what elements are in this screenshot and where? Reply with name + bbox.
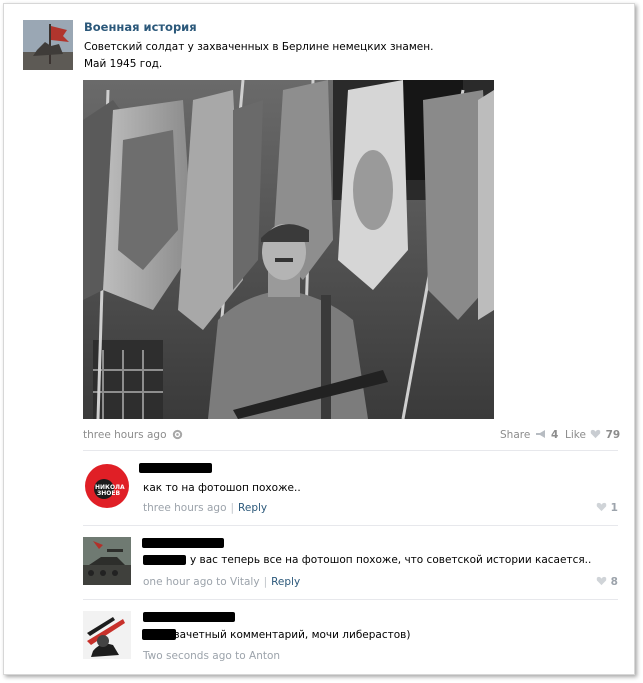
post-text-line: Советский солдат у захваченных в Берлине…: [84, 41, 434, 53]
redacted-author-name: [139, 463, 212, 473]
like-button[interactable]: Like 79: [565, 429, 620, 442]
share-button[interactable]: Share 4: [500, 429, 558, 442]
gear-icon[interactable]: [172, 429, 183, 443]
reply-link[interactable]: Reply: [271, 576, 300, 588]
heart-icon: [596, 576, 607, 589]
heart-icon: [590, 429, 601, 442]
heart-icon: [596, 502, 607, 515]
group-avatar-image: [23, 20, 73, 70]
post-text: Советский солдат у захваченных в Берлине…: [84, 39, 504, 73]
comment-like-button[interactable]: 1: [596, 502, 618, 515]
comment-time[interactable]: one hour ago to Vitaly: [143, 576, 260, 588]
comment-like-count: 1: [610, 502, 618, 514]
reply-link[interactable]: Reply: [238, 502, 267, 514]
share-count: 4: [551, 429, 559, 441]
comment-text: как то на фотошоп похоже..: [143, 482, 301, 494]
comment-text: у вас теперь все на фотошоп похоже, что …: [190, 554, 592, 566]
soldier-with-banners-image: [83, 80, 494, 419]
megaphone-icon: [535, 429, 547, 442]
comment-time[interactable]: three hours ago: [143, 502, 227, 514]
comment-time[interactable]: Two seconds ago to Anton: [143, 650, 280, 662]
comment-text: зачетный комментарий, мочи либерастов): [174, 629, 411, 641]
like-count: 79: [605, 429, 621, 441]
post-photo[interactable]: [83, 80, 494, 419]
comment-meta: one hour ago to Vitaly | Reply: [143, 576, 301, 588]
redacted-mention: [143, 555, 186, 565]
comment-like-count: 8: [610, 576, 618, 588]
post-text-line: Май 1945 год.: [84, 58, 163, 70]
comment-avatar[interactable]: [83, 537, 131, 585]
group-avatar[interactable]: [23, 20, 73, 70]
comment-meta: three hours ago | Reply: [143, 502, 268, 514]
comment-avatar[interactable]: [83, 611, 131, 659]
share-label: Share: [500, 429, 531, 441]
comment-meta: Two seconds ago to Anton: [143, 650, 280, 662]
comment-like-button[interactable]: 8: [596, 576, 618, 589]
divider: [83, 599, 618, 600]
comment-avatar[interactable]: НИКОЛА ЗНОЕВ: [83, 462, 131, 510]
post-meta: three hours ago: [83, 429, 183, 443]
redacted-mention: [142, 629, 176, 640]
divider: [83, 450, 618, 451]
group-name-link[interactable]: Военная история: [84, 20, 197, 34]
comment-avatar-image: НИКОЛА ЗНОЕВ: [83, 462, 131, 510]
divider: [83, 525, 618, 526]
redacted-author-name: [143, 612, 235, 622]
redacted-author-name: [142, 538, 224, 548]
post-time[interactable]: three hours ago: [83, 429, 167, 441]
comment-avatar-image: [83, 611, 131, 659]
svg-text:ЗНОЕВ: ЗНОЕВ: [97, 490, 120, 497]
like-label: Like: [565, 429, 586, 441]
comment-avatar-image: [83, 537, 131, 585]
post-card: Военная история Советский солдат у захва…: [3, 3, 635, 675]
